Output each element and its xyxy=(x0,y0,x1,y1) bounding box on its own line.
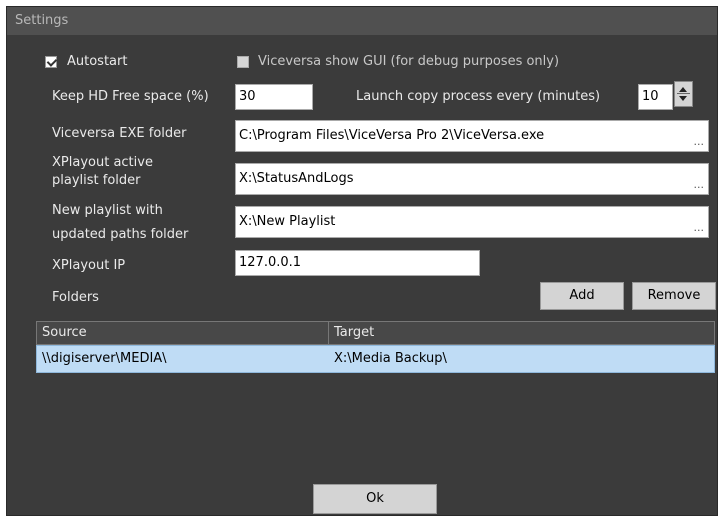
copy-interval-label: Launch copy process every (minutes) xyxy=(356,89,601,104)
exe-folder-browse-button[interactable]: ... xyxy=(694,136,705,147)
hd-free-label: Keep HD Free space (%) xyxy=(52,89,209,104)
spinner-divider xyxy=(677,93,690,94)
new-playlist-folder-input[interactable]: X:\New Playlist ... xyxy=(235,206,709,238)
autostart-checkbox[interactable] xyxy=(45,56,57,68)
xplayout-ip-input[interactable]: 127.0.0.1 xyxy=(235,250,480,276)
folders-grid: Source Target \\digiserver\MEDIA\ X:\Med… xyxy=(36,321,715,488)
new-playlist-label-line2: updated paths folder xyxy=(52,227,189,242)
autostart-label: Autostart xyxy=(67,54,128,69)
new-playlist-folder-value: X:\New Playlist xyxy=(239,214,336,229)
ok-button[interactable]: Ok xyxy=(313,484,437,514)
spinner-down-icon[interactable] xyxy=(679,96,687,101)
column-header-source[interactable]: Source xyxy=(37,322,329,344)
row-target-cell: X:\Media Backup\ xyxy=(334,351,447,366)
add-folder-button[interactable]: Add xyxy=(540,282,624,310)
xplayout-ip-label: XPlayout IP xyxy=(52,258,126,273)
show-gui-label: Viceversa show GUI (for debug purposes o… xyxy=(258,54,560,69)
playlist-folder-label-line1: XPlayout active xyxy=(52,155,153,170)
exe-folder-value: C:\Program Files\ViceVersa Pro 2\ViceVer… xyxy=(239,128,545,143)
exe-folder-label: Viceversa EXE folder xyxy=(52,126,187,141)
folders-label: Folders xyxy=(52,290,99,305)
playlist-folder-value: X:\StatusAndLogs xyxy=(239,171,354,186)
exe-folder-input[interactable]: C:\Program Files\ViceVersa Pro 2\ViceVer… xyxy=(235,120,709,152)
column-header-target[interactable]: Target xyxy=(329,322,714,344)
row-source-cell: \\digiserver\MEDIA\ xyxy=(42,351,167,366)
remove-folder-button[interactable]: Remove xyxy=(632,282,716,310)
show-gui-checkbox[interactable] xyxy=(237,56,249,68)
playlist-folder-browse-button[interactable]: ... xyxy=(694,179,705,190)
copy-interval-spinner[interactable] xyxy=(674,81,693,107)
new-playlist-label-line1: New playlist with xyxy=(52,203,163,218)
hd-free-input[interactable]: 30 xyxy=(235,84,313,110)
title-bar: Settings xyxy=(7,7,717,35)
copy-interval-input[interactable]: 10 xyxy=(638,84,673,110)
table-row[interactable]: \\digiserver\MEDIA\ X:\Media Backup\ xyxy=(36,345,715,373)
playlist-folder-input[interactable]: X:\StatusAndLogs ... xyxy=(235,163,709,195)
grid-header: Source Target xyxy=(36,321,715,345)
window-title: Settings xyxy=(15,13,69,28)
new-playlist-folder-browse-button[interactable]: ... xyxy=(694,222,705,233)
playlist-folder-label-line2: playlist folder xyxy=(52,173,141,188)
spinner-up-icon[interactable] xyxy=(679,87,687,92)
